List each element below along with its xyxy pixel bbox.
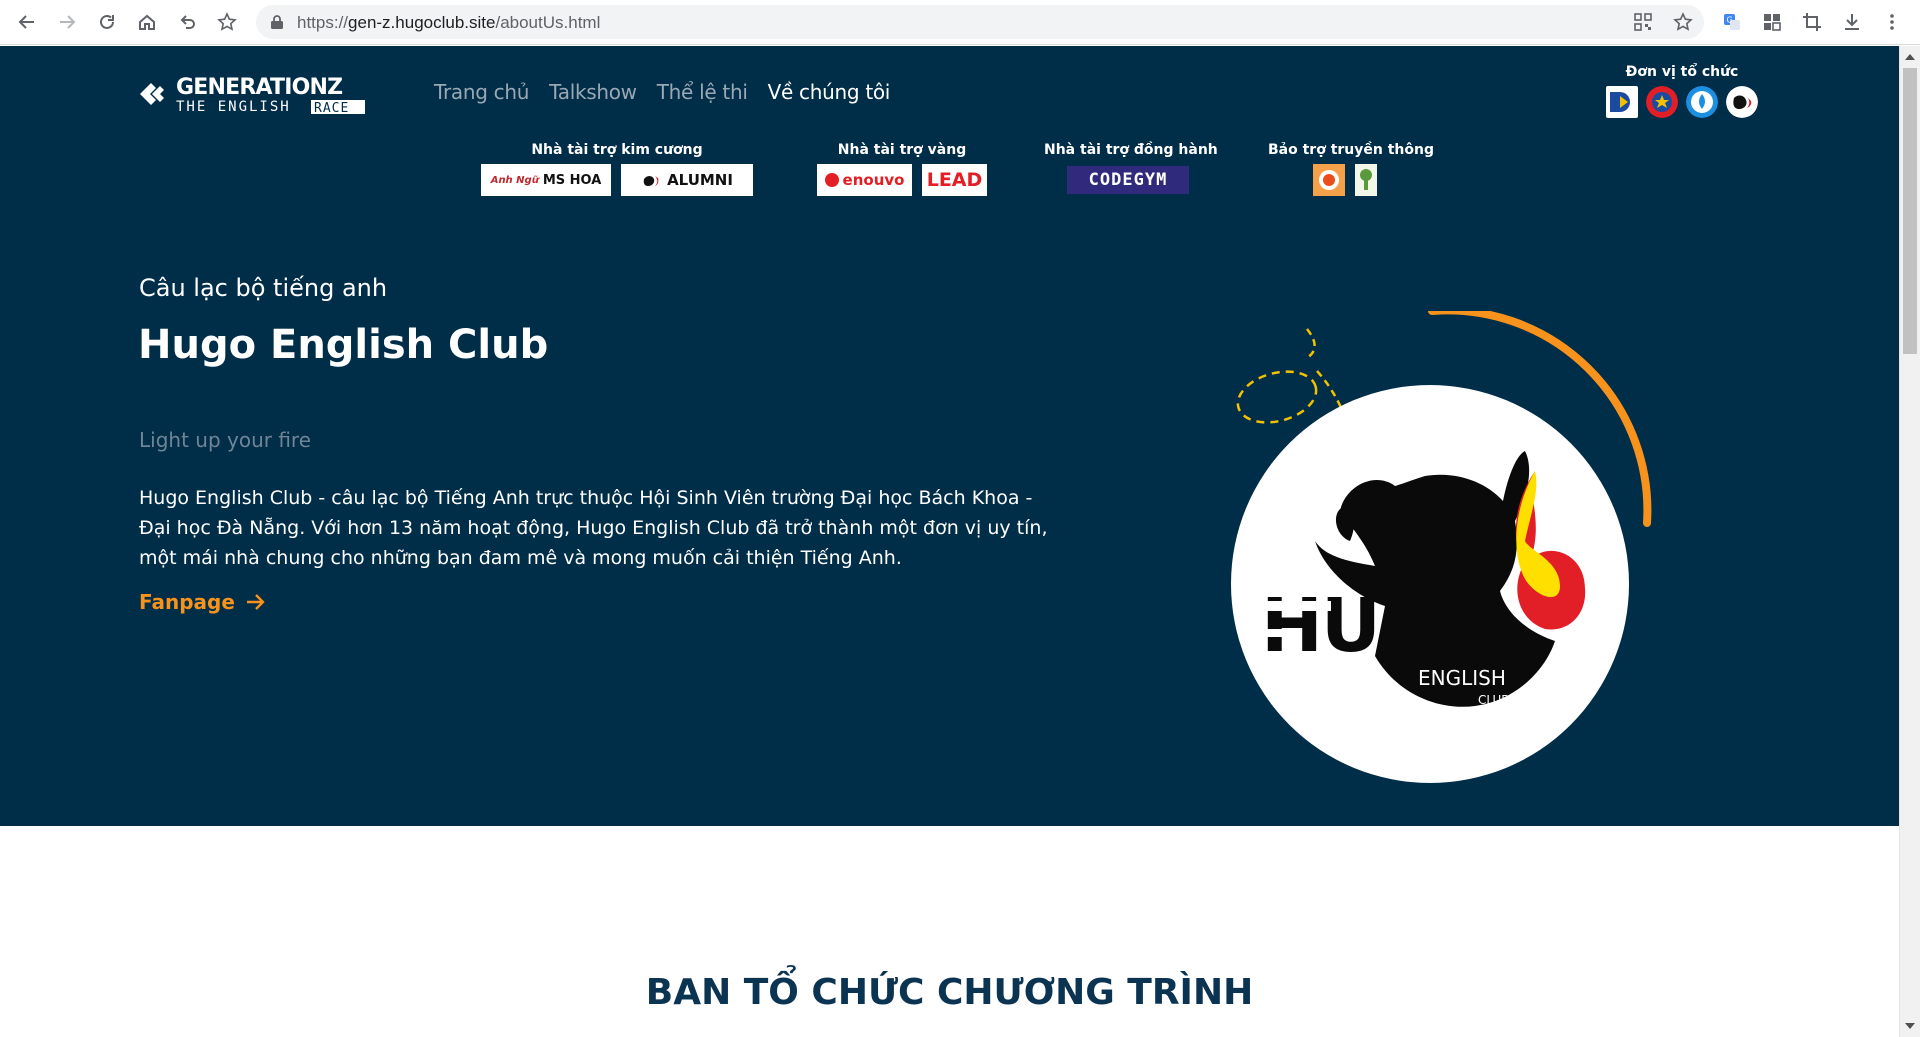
sponsor-media-title: Bảo trợ truyền thông <box>1268 142 1434 158</box>
page-scrollbar[interactable] <box>1899 46 1920 1037</box>
svg-text:HUGO: HUGO <box>1261 583 1499 669</box>
arrow-right-icon <box>246 594 265 610</box>
download-icon[interactable] <box>1837 7 1867 37</box>
menu-icon[interactable] <box>1877 7 1907 37</box>
university-logo <box>1606 86 1638 118</box>
undo-icon[interactable] <box>172 7 202 37</box>
home-icon[interactable] <box>132 7 162 37</box>
svg-text:G: G <box>1727 16 1733 25</box>
extensions-icon[interactable] <box>1757 7 1787 37</box>
nav-item-rules[interactable]: Thể lệ thi <box>657 80 748 104</box>
nav-item-talkshow[interactable]: Talkshow <box>549 80 637 104</box>
organizers-block: Đơn vị tổ chức <box>1600 64 1764 118</box>
site-logo[interactable]: GENERATIONZ THE ENGLISH RACE <box>138 72 368 116</box>
svg-text:RACE: RACE <box>314 101 349 116</box>
organizing-committee-title: BAN TỔ CHỨC CHƯƠNG TRÌNH <box>645 972 1254 1013</box>
nav-item-about-us[interactable]: Về chúng tôi <box>768 80 891 104</box>
bookmark-star-icon[interactable] <box>212 7 242 37</box>
hero-section: GENERATIONZ THE ENGLISH RACE Trang chủ T… <box>0 46 1899 826</box>
nav-item-home[interactable]: Trang chủ <box>434 80 529 104</box>
hero-kicker: Câu lạc bộ tiếng anh <box>139 274 388 302</box>
url-text: https://gen-z.hugoclub.site/aboutUs.html <box>297 13 601 32</box>
alumni-mark-icon <box>643 176 659 186</box>
qr-code-icon[interactable] <box>1633 12 1653 32</box>
hero-description: Hugo English Club - câu lạc bộ Tiếng Anh… <box>139 487 1048 569</box>
sponsor-gold-title: Nhà tài trợ vàng <box>837 142 967 158</box>
sponsor-diamond: Nhà tài trợ kim cương Anh Ngữ MS HOA ALU… <box>476 142 758 196</box>
fanpage-label: Fanpage <box>139 590 235 614</box>
lock-icon <box>271 15 283 29</box>
media-partner-logo-2[interactable] <box>1355 164 1377 196</box>
sponsor-media: Bảo trợ truyền thông <box>1268 142 1434 196</box>
svg-text:GENERATIONZ: GENERATIONZ <box>176 75 342 100</box>
sponsor-companion-title: Nhà tài trợ đồng hành <box>1044 142 1218 158</box>
sponsor-diamond-title: Nhà tài trợ kim cương <box>531 142 703 158</box>
scroll-down-icon[interactable] <box>1905 1023 1915 1029</box>
sponsor-gold: Nhà tài trợ vàng enouvo LEAD <box>816 142 988 196</box>
star-icon[interactable] <box>1673 12 1693 32</box>
hugo-club-small-logo <box>1726 86 1758 118</box>
fanpage-link[interactable]: Fanpage <box>139 590 267 614</box>
main-nav: Trang chủ Talkshow Thể lệ thi Về chúng t… <box>434 80 890 104</box>
address-bar[interactable]: https://gen-z.hugoclub.site/aboutUs.html <box>256 5 1704 39</box>
hugo-club-logo-art: HUGO ENGLISH CLUB <box>1231 311 1652 783</box>
browser-toolbar: https://gen-z.hugoclub.site/aboutUs.html… <box>0 0 1920 45</box>
crop-icon[interactable] <box>1797 7 1827 37</box>
reload-icon[interactable] <box>92 7 122 37</box>
svg-text:CLUB: CLUB <box>1478 693 1509 707</box>
organizers-title: Đơn vị tổ chức <box>1625 64 1739 80</box>
sponsor-logo-mshoa[interactable]: Anh Ngữ MS HOA <box>481 164 611 196</box>
scroll-up-icon[interactable] <box>1905 54 1915 60</box>
svg-text:ENGLISH: ENGLISH <box>1418 666 1506 690</box>
sponsor-logo-enouvo[interactable]: enouvo <box>817 164 912 196</box>
student-association-logo <box>1686 86 1718 118</box>
youth-union-logo <box>1646 86 1678 118</box>
sponsor-companion: Nhà tài trợ đồng hành CODEGYM <box>1044 142 1218 194</box>
svg-text:THE ENGLISH: THE ENGLISH <box>176 99 291 115</box>
sponsor-logo-lead[interactable]: LEAD <box>922 164 987 196</box>
forward-icon[interactable] <box>52 7 82 37</box>
translate-icon[interactable]: G <box>1717 7 1747 37</box>
back-icon[interactable] <box>12 7 42 37</box>
media-partner-logo-1[interactable] <box>1313 164 1345 196</box>
enouvo-mark-icon <box>824 173 839 187</box>
sponsor-logo-codegym[interactable]: CODEGYM <box>1067 166 1189 194</box>
scrollbar-thumb[interactable] <box>1903 68 1917 354</box>
hero-title: Hugo English Club <box>138 322 549 368</box>
hero-tagline: Light up your fire <box>139 428 312 452</box>
sponsor-logo-alumni[interactable]: ALUMNI <box>621 164 753 196</box>
